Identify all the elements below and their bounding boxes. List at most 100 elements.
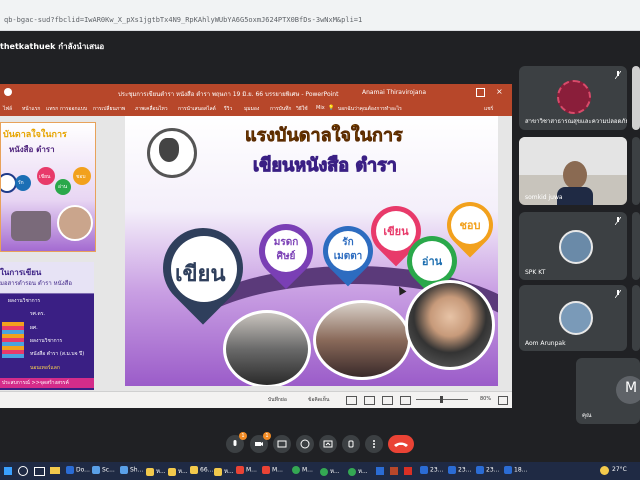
mic-button[interactable]: 1 [226,432,247,453]
taskbar-item-8[interactable]: M... [236,466,257,474]
emoji-button[interactable] [296,435,314,453]
taskbar-item-3-label: Sh... [130,466,144,474]
taskbar-item-7-label: ห... [224,468,234,475]
zoom-level[interactable]: 80% [480,396,491,402]
group-photo-2 [313,300,411,380]
participant-1-logo [557,80,591,114]
raise-hand-button[interactable] [342,435,360,453]
participant-tile-1[interactable]: สาขาวิชาสาธารณสุขและความปลอดภัย ม... [519,66,627,130]
taskbar-item-13[interactable]: 23... [420,466,443,474]
mic-icon [233,440,237,446]
current-slide[interactable]: แรงบันดาลใจในการ เขียนหนังสือ ตำรา เขียน… [125,116,498,386]
taskbar-item-1[interactable]: Do... [66,466,90,474]
user-name[interactable]: Anamai Thiravirojana [362,89,426,96]
menu-slideshow[interactable]: การนำเสนอสไลด์ [178,105,216,113]
slide-thumbnail-1[interactable]: บันดาลใจในการ หนังสือ ตำรา รัก เขียน อ่า… [0,122,96,252]
leave-call-button[interactable] [388,435,414,453]
menu-home[interactable]: หน้าแรก [22,105,40,113]
file-explorer-icon[interactable] [50,467,60,474]
url-text[interactable]: qb-bgac-sud?fbclid=IwAR0Kw_X_pXs1jgtbTx4… [4,16,362,24]
tell-me-search[interactable]: บอกฉันว่าคุณต้องการทำอะไร [338,105,402,113]
ribbon-menu: ไฟล์ หน้าแรก แทรก การออกแบบ การเปลี่ยนภา… [0,101,512,116]
acrobat-icon[interactable] [404,467,412,475]
slide-thumbnail-2[interactable]: ในการเขียน มอสารตำรอน ตำรา หนังสือ ผลงาน… [0,262,94,390]
taskbar-item-16[interactable]: 18... [504,466,527,474]
taskbar-item-10[interactable]: M... [292,466,313,474]
restore-icon[interactable] [476,88,485,97]
participant-3-name: SPK KT [525,269,546,276]
search-icon[interactable] [18,466,28,476]
menu-animations[interactable]: ภาพเคลื่อนไหว [135,105,168,113]
emoji-icon [300,439,310,449]
taskbar-item-9[interactable]: M... [262,466,283,474]
fit-slide-icon[interactable] [498,396,508,405]
powerpoint-title-bar: ประชุมการเขียนตำรา หนังสือ ตำรา พฤษภา 19… [0,84,512,101]
thumb1-tag-1: รัก [18,180,24,186]
thumb2-line-6: ผลงานวิชาการ [30,338,63,344]
menu-transitions[interactable]: การเปลี่ยนภาพ [93,105,125,113]
participant-tile-4[interactable]: Aom Arunpak [519,285,627,351]
taskbar-item-4[interactable]: ห... [146,466,166,476]
present-button[interactable] [319,435,337,453]
participant-2-face [563,161,587,189]
chrome-icon [292,466,300,474]
zoom-slider-thumb[interactable] [440,396,443,403]
participant-tile-overflow-2[interactable] [632,137,640,205]
participant-tile-overflow-3[interactable] [632,212,640,280]
start-icon[interactable] [4,467,12,475]
portrait-photo [405,280,495,370]
participant-self-name: คุณ [582,412,592,419]
taskbar-item-6[interactable]: 66... [190,466,213,474]
camera-button[interactable]: 1 [250,432,271,453]
participant-1-name: สาขาวิชาสาธารณสุขและความปลอดภัย ม... [525,118,627,125]
captions-icon [277,440,287,448]
menu-help[interactable]: วิธีใช้ [296,105,308,113]
chrome-icon [348,467,356,476]
weather-temp[interactable]: 27°C [612,466,627,473]
menu-design[interactable]: การออกแบบ [60,105,87,113]
taskbar-item-15[interactable]: 23... [476,466,499,474]
participant-tile-3[interactable]: SPK KT [519,212,627,280]
browser-url-bar: qb-bgac-sud?fbclid=IwAR0Kw_X_pXs1jgtbTx4… [0,0,640,31]
menu-record[interactable]: การบันทึก [270,105,291,113]
reading-view-icon[interactable] [382,396,393,405]
menu-review[interactable]: รีวิว [224,105,232,113]
normal-view-icon[interactable] [346,396,357,405]
camera-icon [255,442,263,446]
notes-button[interactable]: บันทึกย่อ [268,396,287,404]
taskbar-item-14[interactable]: 23... [448,466,471,474]
word-app-icon[interactable] [376,467,384,475]
taskbar-item-5[interactable]: ห... [168,466,188,476]
participant-tile-overflow-1[interactable] [632,66,640,130]
close-icon[interactable]: × [496,87,503,96]
powerpoint-app-icon[interactable] [390,467,398,475]
comments-button[interactable]: ข้อคิดเห็น [308,396,329,404]
taskbar-item-7[interactable]: ห... [214,466,234,476]
taskbar-item-12-label: ห... [358,468,368,475]
taskbar-item-12[interactable]: ห... [348,466,368,476]
participant-tile-self[interactable]: M คุณ [576,358,640,424]
taskbar-item-11[interactable]: ห... [320,466,340,476]
task-view-icon[interactable] [34,467,45,476]
participant-tile-overflow-4[interactable] [632,285,640,351]
more-options-button[interactable] [365,435,383,453]
menu-view[interactable]: มุมมอง [244,105,259,113]
weather-icon[interactable] [600,466,609,475]
menu-insert[interactable]: แทรก [46,105,58,113]
slide-sorter-icon[interactable] [364,396,375,405]
mic-off-icon [615,290,621,298]
thumb1-subtitle: หนังสือ ตำรา [9,145,55,154]
captions-button[interactable] [273,435,291,453]
participant-tile-2[interactable]: somkid juwa [519,137,627,205]
menu-share[interactable]: แชร์ [484,105,493,113]
menu-file[interactable]: ไฟล์ [3,105,12,113]
slideshow-icon[interactable] [400,396,411,405]
taskbar-item-2[interactable]: Sc... [92,466,115,474]
taskbar-item-15-label: 23... [486,466,500,474]
autosave-icon[interactable] [4,88,12,96]
taskbar-item-3[interactable]: Sh... [120,466,143,474]
menu-mix[interactable]: Mix [316,105,325,111]
thumb1-group-photo [11,211,51,241]
thumb1-tag-3: เขียน [39,174,51,180]
participant-2-name: somkid juwa [525,194,563,201]
